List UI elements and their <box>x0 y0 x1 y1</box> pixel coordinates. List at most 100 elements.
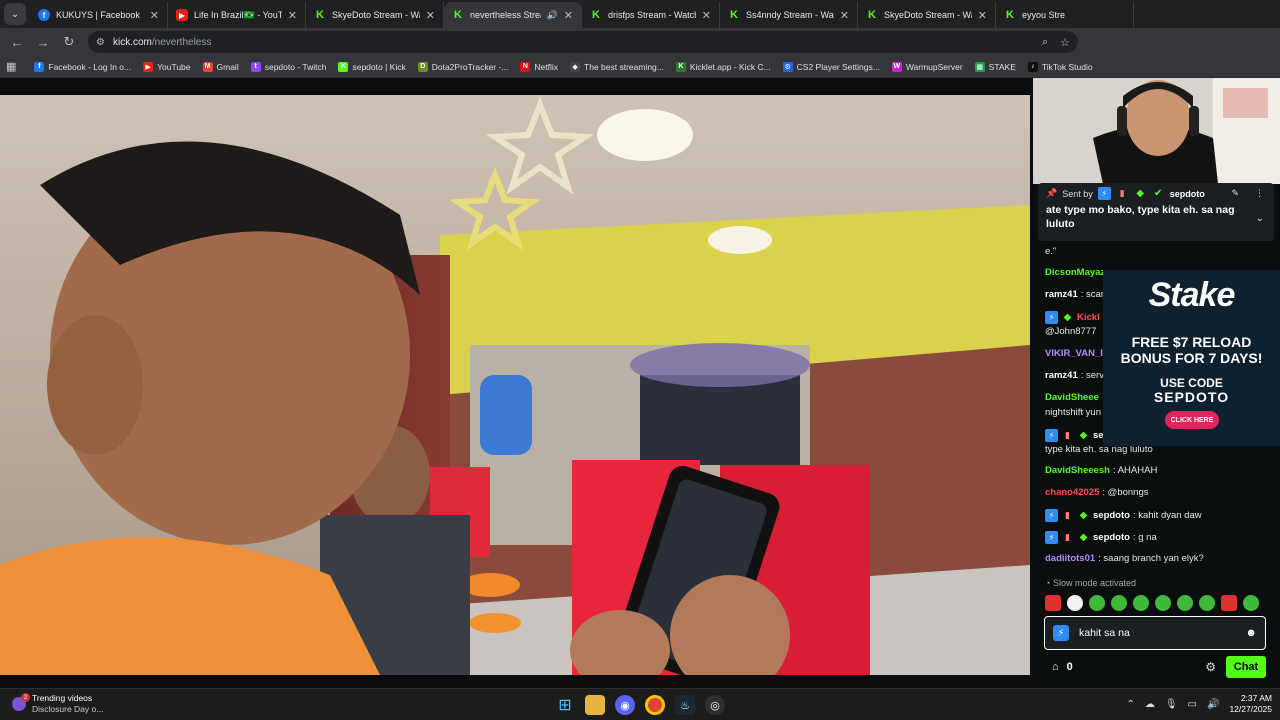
chat-message[interactable]: ⚡ ▮ ◆ se <box>1045 429 1104 442</box>
chat-input-box[interactable]: ⚡ ☻ <box>1044 616 1266 650</box>
chat-message[interactable]: VIKIR_VAN_I <box>1045 348 1103 359</box>
pinned-message[interactable]: 📌 Sent by ⚡ ▮ ◆ ✔ sepdoto ate type mo ba… <box>1038 183 1274 241</box>
more-options-icon[interactable]: ⋮ <box>1255 188 1264 199</box>
chat-username[interactable]: chano42025 <box>1045 487 1099 498</box>
bookmark-item[interactable]: W WarmupServer <box>891 61 963 72</box>
browser-tab[interactable]: Knevertheless Stream 🔊 ✕ <box>444 2 582 28</box>
zoom-icon[interactable]: ⌕ <box>1042 36 1048 49</box>
forward-button[interactable]: → <box>32 31 54 53</box>
chevron-up-icon[interactable]: ⌃ <box>1126 699 1134 710</box>
ad-click-button[interactable]: CLICK HERE <box>1165 411 1219 429</box>
emote-icon[interactable] <box>1199 595 1215 611</box>
bookmark-item[interactable]: ♪ TikTok Studio <box>1027 61 1093 72</box>
bookmark-item[interactable]: ▶ YouTube <box>143 61 191 72</box>
emote-icon[interactable] <box>1243 595 1259 611</box>
bookmark-item[interactable]: N Netflix <box>520 61 558 72</box>
chat-message[interactable]: dadiitots01: saang branch yan elyk? <box>1045 553 1204 564</box>
file-explorer-icon[interactable] <box>585 695 605 715</box>
chat-settings-icon[interactable]: ⚙ <box>1205 660 1216 674</box>
tab-audio-icon[interactable]: 🔊 <box>547 10 558 21</box>
chat-message[interactable]: ⚡ ▮ ◆ sepdoto: kahit dyan daw <box>1045 509 1202 522</box>
browser-tab[interactable]: K SkyeDoto Stream - Watch ✕ <box>306 2 444 28</box>
emote-icon[interactable] <box>1177 595 1193 611</box>
identity-badge-icon[interactable]: ⚡ <box>1053 625 1069 641</box>
chat-username[interactable]: DicsonMayaz <box>1045 267 1105 278</box>
emote-icon[interactable] <box>1045 595 1061 611</box>
tab-search-button[interactable]: ⌄ <box>4 3 26 25</box>
close-tab-icon[interactable]: ✕ <box>702 9 711 22</box>
close-tab-icon[interactable]: ✕ <box>426 9 435 22</box>
network-icon[interactable]: ▭ <box>1188 699 1197 710</box>
chat-username[interactable]: dadiitots01 <box>1045 553 1095 564</box>
chat-message[interactable]: chano42025: @bonngs <box>1045 487 1149 498</box>
close-tab-icon[interactable]: ✕ <box>288 9 297 22</box>
bookmark-item[interactable]: K Kicklet.app - Kick C... <box>675 61 771 72</box>
chat-message[interactable]: @John8777 <box>1045 326 1096 337</box>
emoji-picker-icon[interactable]: ☻ <box>1245 627 1257 639</box>
close-tab-icon[interactable]: ✕ <box>978 9 987 22</box>
microphone-icon[interactable]: 🎙 <box>1165 699 1178 710</box>
send-chat-button[interactable]: Chat <box>1226 656 1266 678</box>
apps-grid-icon[interactable]: ▦ <box>6 60 16 73</box>
bookmark-item[interactable]: ⚙ CS2 Player Settings... <box>782 61 880 72</box>
browser-tab[interactable]: ▶ Life In Brazil🇧🇷 - YouTube ✕ <box>168 2 306 28</box>
unpin-icon[interactable]: ✎ <box>1231 188 1239 199</box>
chat-username[interactable]: se <box>1093 430 1104 441</box>
browser-tab[interactable]: Kdrisfps Stream - Watch Li ✕ <box>582 2 720 28</box>
chat-username[interactable]: ramz41 <box>1045 370 1078 381</box>
chat-message[interactable]: ⚡ ▮ ◆ sepdoto: g na <box>1045 531 1157 544</box>
cloud-icon[interactable]: ☁ <box>1145 699 1155 710</box>
emote-icon[interactable] <box>1221 595 1237 611</box>
chat-message[interactable]: DavidSheeesh: AHAHAH <box>1045 465 1157 476</box>
bookmark-item[interactable]: f Facebook - Log In o... <box>34 61 131 72</box>
clock[interactable]: 2:37 AM 12/27/2025 <box>1229 693 1272 715</box>
chat-username[interactable]: DavidSheeesh <box>1045 465 1110 476</box>
close-tab-icon[interactable]: ✕ <box>840 9 849 22</box>
close-tab-icon[interactable]: ✕ <box>564 9 573 22</box>
start-menu-icon[interactable]: ⊞ <box>555 695 575 715</box>
emote-icon[interactable] <box>1133 595 1149 611</box>
emote-icon[interactable] <box>1089 595 1105 611</box>
chat-message[interactable]: ⚡ ◆ Kickl <box>1045 311 1100 324</box>
volume-icon[interactable]: 🔊 <box>1207 699 1219 710</box>
bookmark-item[interactable]: M Gmail <box>202 61 239 72</box>
bookmark-star-icon[interactable]: ☆ <box>1060 36 1070 49</box>
chat-message[interactable]: ramz41: serv <box>1045 370 1104 381</box>
chat-message[interactable]: nightshift yun <box>1045 407 1101 418</box>
bookmark-item[interactable]: t sepdoto - Twitch <box>250 61 326 72</box>
chat-username[interactable]: sepdoto <box>1093 510 1130 521</box>
browser-tab[interactable]: K Ss4nndy Stream - Watch ✕ <box>720 2 858 28</box>
chat-username[interactable]: sepdoto <box>1093 532 1130 543</box>
chat-username[interactable]: Kickl <box>1077 312 1100 323</box>
emote-icon[interactable] <box>1155 595 1171 611</box>
chat-message[interactable]: DavidSheee <box>1045 392 1099 403</box>
stake-ad-banner[interactable]: Stake FREE $7 RELOAD BONUS FOR 7 DAYS! U… <box>1103 270 1280 446</box>
close-tab-icon[interactable]: ✕ <box>150 9 159 22</box>
chrome-icon[interactable] <box>645 695 665 715</box>
discord-icon[interactable]: ◉ <box>615 695 635 715</box>
chat-message[interactable]: ramz41: scar <box>1045 289 1104 300</box>
back-button[interactable]: ← <box>6 31 28 53</box>
stream-video-player[interactable] <box>0 95 1030 675</box>
chat-message-input[interactable] <box>1079 627 1229 639</box>
obs-icon[interactable]: ◎ <box>705 695 725 715</box>
emote-icon[interactable] <box>1067 595 1083 611</box>
bookmark-item[interactable]: ◆ The best streaming... <box>570 61 664 72</box>
site-info-icon[interactable]: ⚙ <box>96 37 105 48</box>
chat-username[interactable]: ramz41 <box>1045 289 1078 300</box>
emote-icon[interactable] <box>1111 595 1127 611</box>
chat-message[interactable]: e." <box>1045 246 1056 257</box>
bookmark-item[interactable]: ▦ STAKE <box>974 61 1016 72</box>
channel-points[interactable]: ⌂ 0 <box>1052 661 1073 673</box>
bookmark-item[interactable]: D Dota2ProTracker -... <box>417 61 508 72</box>
browser-tab[interactable]: K SkyeDoto Stream - Watc ✕ <box>858 2 996 28</box>
steam-icon[interactable]: ♨ <box>675 695 695 715</box>
browser-tab[interactable]: Keyyou Stre <box>996 2 1134 28</box>
chat-username[interactable]: VIKIR_VAN_I <box>1045 348 1103 359</box>
chevron-down-icon[interactable]: ⌄ <box>1256 213 1264 224</box>
browser-tab[interactable]: f KUKUYS | Facebook ✕ <box>30 2 168 28</box>
reload-button[interactable]: ↻ <box>58 31 80 53</box>
chat-username[interactable]: DavidSheee <box>1045 392 1099 403</box>
bookmark-item[interactable]: Ksepdoto | Kick <box>338 61 406 72</box>
address-bar[interactable]: ⚙ kick.com/nevertheless ⌕ ☆ <box>88 31 1078 53</box>
